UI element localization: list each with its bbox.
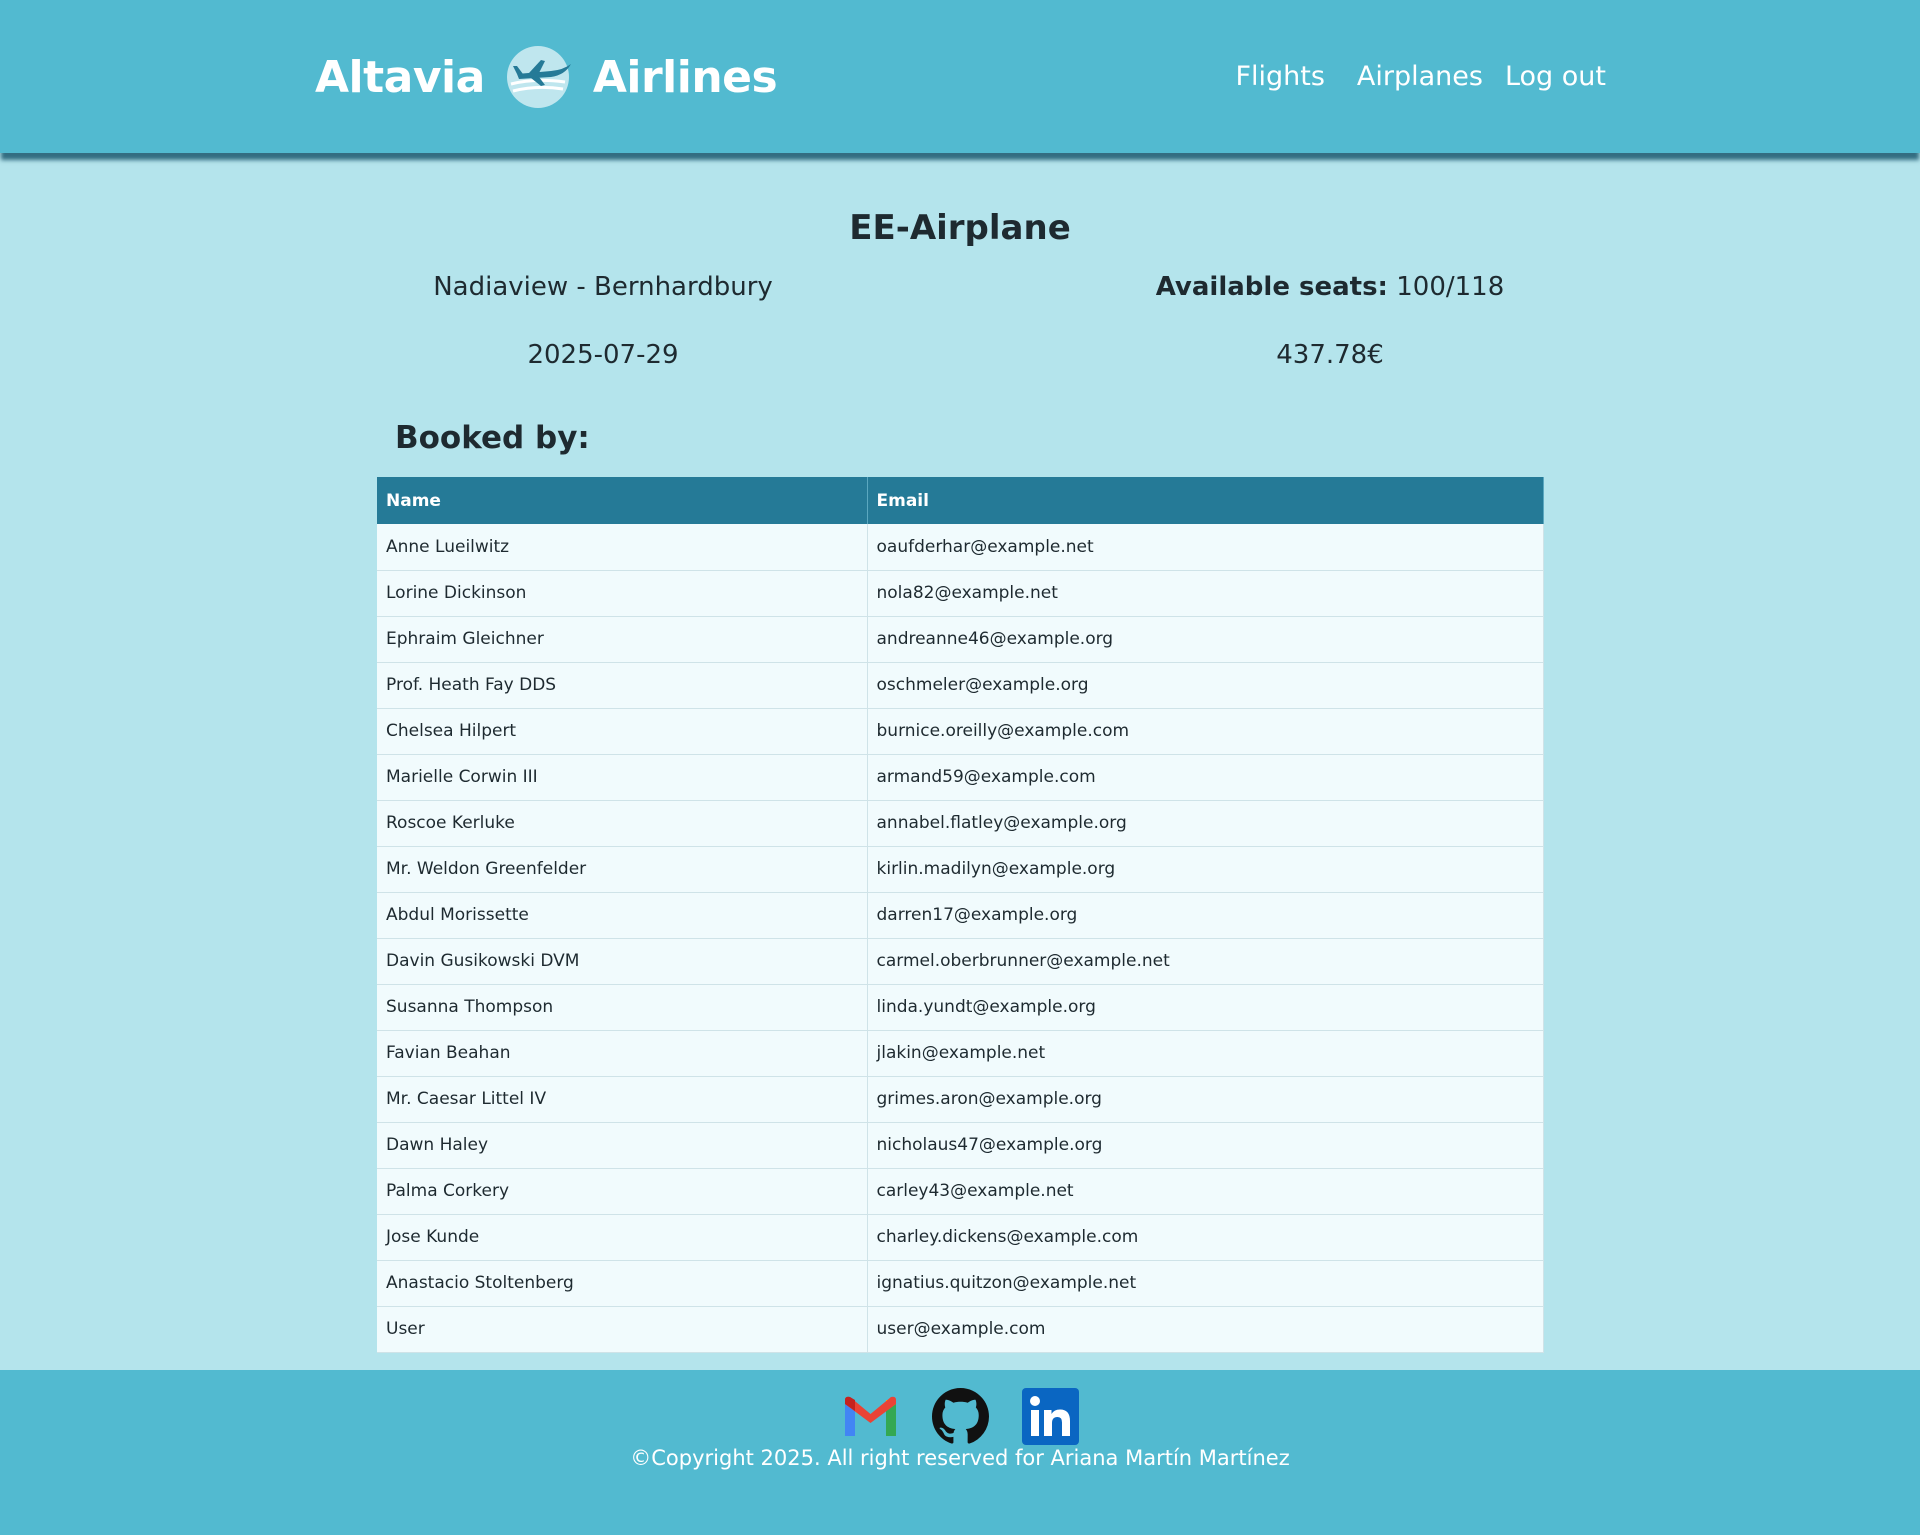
- table-row: User user@example.com: [377, 1306, 1544, 1353]
- passenger-name-cell: Marielle Corwin III: [377, 754, 868, 801]
- page-footer: ©Copyright 2025. All right reserved for …: [0, 1370, 1920, 1535]
- passenger-email-cell: jlakin@example.net: [867, 1030, 1544, 1077]
- nav-flights-link[interactable]: Flights: [1235, 61, 1324, 92]
- passenger-email-cell: charley.dickens@example.com: [867, 1214, 1544, 1261]
- copyright-text: ©Copyright 2025. All right reserved for …: [630, 1446, 1290, 1470]
- column-header-email: Email: [867, 477, 1544, 524]
- brand-home-link[interactable]: Altavia Airlines: [315, 44, 778, 110]
- top-navbar: Altavia Airlines Flights Airplanes Log o…: [0, 0, 1920, 153]
- passenger-name-cell: Mr. Caesar Littel IV: [377, 1076, 868, 1123]
- table-row: Prof. Heath Fay DDS oschmeler@example.org: [377, 662, 1544, 709]
- github-icon: [931, 1388, 989, 1444]
- passenger-email-cell: nola82@example.net: [867, 570, 1544, 617]
- bookings-table-container: Name Email Anne Lueilwitz oaufderhar@exam…: [377, 477, 1544, 1353]
- table-row: Chelsea Hilpert burnice.oreilly@example.c…: [377, 708, 1544, 755]
- brand-name-left: Altavia: [315, 51, 485, 103]
- passenger-email-cell: carmel.oberbrunner@example.net: [867, 938, 1544, 985]
- bookings-table: Name Email Anne Lueilwitz oaufderhar@exam…: [377, 477, 1544, 1353]
- passenger-name-cell: Lorine Dickinson: [377, 570, 868, 617]
- passenger-name-cell: Favian Beahan: [377, 1030, 868, 1077]
- social-links: [0, 1388, 1920, 1445]
- passenger-email-cell: darren17@example.org: [867, 892, 1544, 939]
- passenger-name-cell: Anastacio Stoltenberg: [377, 1260, 868, 1307]
- flight-route: Nadiaview - Bernhardbury: [433, 272, 773, 302]
- table-row: Anastacio Stoltenberg ignatius.quitzon@ex…: [377, 1260, 1544, 1307]
- column-header-name: Name: [377, 477, 868, 524]
- linkedin-icon: [1021, 1388, 1079, 1445]
- passenger-name-cell: User: [377, 1306, 868, 1353]
- table-row: Palma Corkery carley43@example.net: [377, 1168, 1544, 1215]
- passenger-name-cell: Jose Kunde: [377, 1214, 868, 1261]
- passenger-email-cell: linda.yundt@example.org: [867, 984, 1544, 1031]
- passenger-email-cell: kirlin.madilyn@example.org: [867, 846, 1544, 893]
- nav-airplanes-link[interactable]: Airplanes: [1357, 61, 1483, 92]
- table-row: Abdul Morissette darren17@example.org: [377, 892, 1544, 939]
- passenger-name-cell: Davin Gusikowski DVM: [377, 938, 868, 985]
- available-seats: Available seats: 100/118: [970, 272, 1690, 302]
- passenger-email-cell: ignatius.quitzon@example.net: [867, 1260, 1544, 1307]
- passenger-name-cell: Susanna Thompson: [377, 984, 868, 1031]
- bookings-table-body: Anne Lueilwitz oaufderhar@example.net Lori…: [377, 524, 1544, 1353]
- passenger-name-cell: Roscoe Kerluke: [377, 800, 868, 847]
- table-row: Mr. Weldon Greenfelder kirlin.madilyn@exa…: [377, 846, 1544, 893]
- passenger-name-cell: Chelsea Hilpert: [377, 708, 868, 755]
- passenger-email-cell: annabel.flatley@example.org: [867, 800, 1544, 847]
- table-row: Roscoe Kerluke annabel.flatley@example.or…: [377, 800, 1544, 847]
- passenger-name-cell: Abdul Morissette: [377, 892, 868, 939]
- table-header-row: Name Email: [377, 477, 1544, 524]
- passenger-email-cell: carley43@example.net: [867, 1168, 1544, 1215]
- table-row: Susanna Thompson linda.yundt@example.org: [377, 984, 1544, 1031]
- linkedin-link[interactable]: [1021, 1388, 1079, 1445]
- airplane-logo-icon: [506, 46, 571, 108]
- passenger-email-cell: oaufderhar@example.net: [867, 524, 1544, 571]
- passenger-email-cell: nicholaus47@example.org: [867, 1122, 1544, 1169]
- table-row: Ephraim Gleichner andreanne46@example.org: [377, 616, 1544, 663]
- passenger-email-cell: burnice.oreilly@example.com: [867, 708, 1544, 755]
- passenger-name-cell: Anne Lueilwitz: [377, 524, 868, 571]
- table-row: Mr. Caesar Littel IV grimes.aron@example.…: [377, 1076, 1544, 1123]
- passenger-email-cell: armand59@example.com: [867, 754, 1544, 801]
- passenger-name-cell: Prof. Heath Fay DDS: [377, 662, 868, 709]
- table-row: Lorine Dickinson nola82@example.net: [377, 570, 1544, 617]
- passenger-name-cell: Ephraim Gleichner: [377, 616, 868, 663]
- flight-date: 2025-07-29: [527, 340, 679, 370]
- github-link[interactable]: [931, 1388, 989, 1445]
- passenger-name-cell: Palma Corkery: [377, 1168, 868, 1215]
- brand-name-right: Airlines: [592, 51, 778, 103]
- flight-price: 437.78€: [1276, 340, 1384, 370]
- available-seats-value: 100/118: [1396, 272, 1505, 302]
- table-row: Davin Gusikowski DVM carmel.oberbrunner@e…: [377, 938, 1544, 985]
- table-row: Favian Beahan jlakin@example.net: [377, 1030, 1544, 1077]
- passenger-email-cell: user@example.com: [867, 1306, 1544, 1353]
- passenger-name-cell: Dawn Haley: [377, 1122, 868, 1169]
- passenger-email-cell: oschmeler@example.org: [867, 662, 1544, 709]
- nav-logout-link[interactable]: Log out: [1505, 61, 1606, 92]
- available-seats-label: Available seats:: [1155, 272, 1388, 302]
- airplane-title: EE-Airplane: [849, 208, 1071, 248]
- main-nav: Flights Airplanes Log out: [1235, 56, 1606, 96]
- table-row: Jose Kunde charley.dickens@example.com: [377, 1214, 1544, 1261]
- table-row: Dawn Haley nicholaus47@example.org: [377, 1122, 1544, 1169]
- passenger-email-cell: grimes.aron@example.org: [867, 1076, 1544, 1123]
- booked-by-heading: Booked by:: [395, 420, 590, 456]
- gmail-link[interactable]: [842, 1388, 899, 1445]
- passenger-name-cell: Mr. Weldon Greenfelder: [377, 846, 868, 893]
- gmail-icon: [844, 1396, 896, 1436]
- table-row: Marielle Corwin III armand59@example.com: [377, 754, 1544, 801]
- table-row: Anne Lueilwitz oaufderhar@example.net: [377, 524, 1544, 571]
- passenger-email-cell: andreanne46@example.org: [867, 616, 1544, 663]
